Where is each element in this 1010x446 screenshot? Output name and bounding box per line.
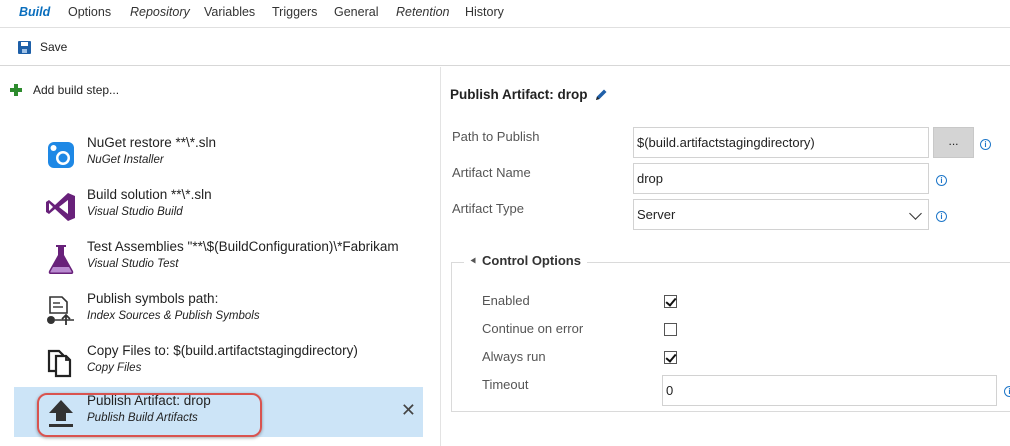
copy-files-icon (47, 349, 72, 378)
step-subtitle: Visual Studio Test (87, 258, 179, 270)
tab-history[interactable]: History (465, 5, 504, 19)
remove-step-icon[interactable]: ✕ (401, 401, 416, 419)
artifact-name-label: Artifact Name (452, 165, 531, 180)
artifact-type-value: Server (637, 207, 676, 222)
nuget-icon (48, 142, 74, 168)
step-subtitle: Index Sources & Publish Symbols (87, 310, 260, 322)
tab-general[interactable]: General (334, 5, 378, 19)
step-subtitle: Copy Files (87, 362, 142, 374)
tab-repository[interactable]: Repository (130, 5, 190, 19)
add-build-step-label: Add build step... (33, 83, 120, 97)
task-title: Publish Artifact: drop (450, 87, 608, 102)
control-options-header[interactable]: Control Options (464, 253, 587, 268)
build-step-test-assemblies[interactable]: Test Assemblies "**\$(BuildConfiguration… (14, 233, 423, 283)
artifact-type-label: Artifact Type (452, 201, 525, 216)
visual-studio-icon (46, 193, 75, 221)
tab-triggers[interactable]: Triggers (272, 5, 317, 19)
toolbar: Save (0, 29, 1010, 66)
add-build-step-button[interactable]: Add build step... (10, 83, 119, 97)
step-title: Build solution **\*.sln (87, 187, 212, 202)
build-step-copy-files[interactable]: Copy Files to: $(build.artifactstagingdi… (14, 337, 423, 387)
tab-retention[interactable]: Retention (396, 5, 450, 19)
browse-button[interactable]: ... (933, 127, 974, 158)
control-options-section: Control Options Enabled Continue on erro… (451, 253, 1010, 412)
save-button[interactable]: Save (18, 40, 67, 54)
build-step-nuget-restore[interactable]: NuGet restore **\*.sln NuGet Installer (14, 129, 423, 179)
save-icon (18, 40, 31, 54)
build-step-publish-artifact[interactable]: Publish Artifact: drop Publish Build Art… (14, 387, 423, 437)
info-icon[interactable]: i (936, 211, 947, 222)
step-title: Test Assemblies "**\$(BuildConfiguration… (87, 239, 399, 254)
always-run-label: Always run (482, 349, 546, 364)
chevron-down-icon (909, 207, 922, 220)
edit-pencil-icon[interactable] (594, 88, 608, 102)
flask-icon (48, 245, 74, 274)
save-label: Save (40, 40, 68, 54)
continue-on-error-label: Continue on error (482, 321, 584, 336)
step-title: NuGet restore **\*.sln (87, 135, 217, 150)
timeout-input[interactable]: 0 (662, 375, 997, 406)
build-step-publish-symbols[interactable]: Publish symbols path: Index Sources & Pu… (14, 285, 423, 335)
plus-icon (10, 84, 22, 96)
enabled-label: Enabled (482, 293, 530, 308)
info-icon[interactable]: i (936, 175, 947, 186)
control-options-title: Control Options (482, 253, 581, 268)
timeout-label: Timeout (482, 377, 529, 392)
tab-build[interactable]: Build (19, 5, 50, 19)
always-run-checkbox[interactable] (664, 351, 677, 364)
step-subtitle: NuGet Installer (87, 154, 164, 166)
task-details-panel: Publish Artifact: drop Path to Publish $… (442, 67, 1010, 446)
symbols-icon (47, 296, 74, 325)
task-title-text: Publish Artifact: drop (450, 87, 588, 102)
step-subtitle: Visual Studio Build (87, 206, 183, 218)
path-to-publish-label: Path to Publish (452, 129, 540, 144)
artifact-name-input[interactable]: drop (633, 163, 929, 194)
step-title: Copy Files to: $(build.artifactstagingdi… (87, 343, 358, 358)
tab-bar: Build Options Repository Variables Trigg… (0, 0, 1010, 28)
tab-options[interactable]: Options (68, 5, 111, 19)
step-title: Publish symbols path: (87, 291, 219, 306)
continue-on-error-checkbox[interactable] (664, 323, 677, 336)
highlight-annotation (37, 393, 262, 437)
path-to-publish-input[interactable]: $(build.artifactstagingdirectory) (633, 127, 929, 158)
build-steps-panel: Add build step... NuGet restore **\*.sln… (0, 67, 441, 446)
info-icon[interactable]: i (980, 139, 991, 150)
enabled-checkbox[interactable] (664, 295, 677, 308)
tab-variables[interactable]: Variables (204, 5, 255, 19)
collapse-triangle-icon (470, 257, 476, 264)
build-step-build-solution[interactable]: Build solution **\*.sln Visual Studio Bu… (14, 181, 423, 231)
info-icon[interactable]: i (1004, 386, 1010, 397)
artifact-type-select[interactable]: Server (633, 199, 929, 230)
